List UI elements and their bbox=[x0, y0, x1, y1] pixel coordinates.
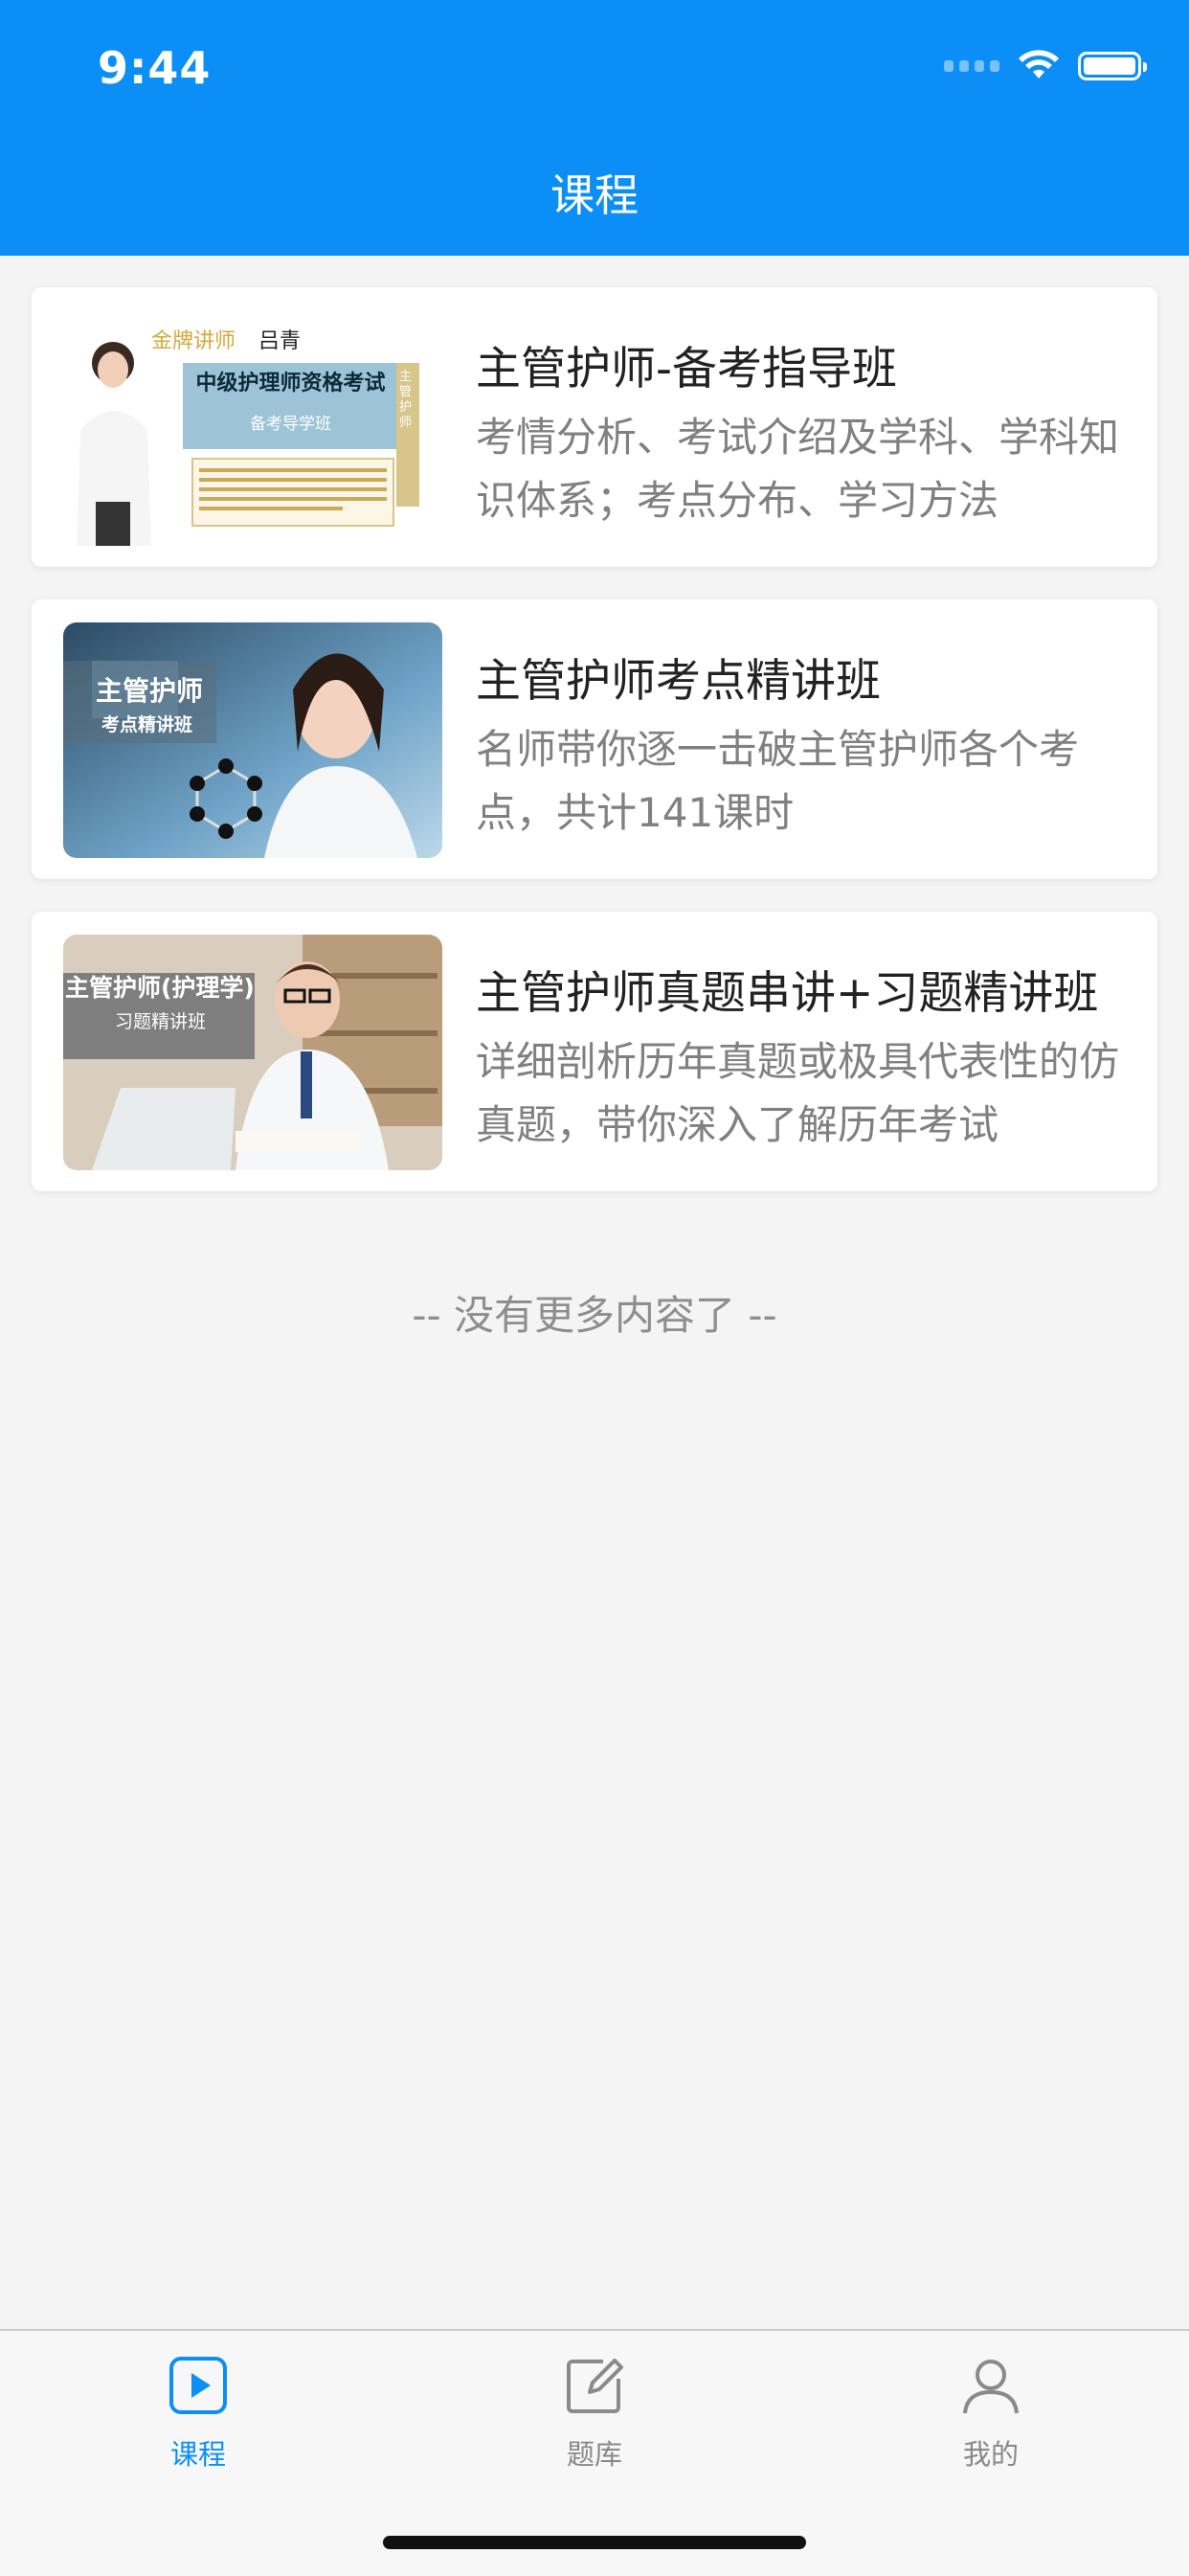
tab-label: 课程 bbox=[169, 2438, 226, 2471]
tab-me[interactable]: 我的 bbox=[895, 2356, 1087, 2473]
course-card[interactable]: 金牌讲师 吕青 中级护理师资格考试 备考导学班 主管护师 主管护师-备考指导班 … bbox=[32, 287, 1157, 567]
cellular-signal-icon bbox=[944, 60, 999, 72]
course-title: 主管护师考点精讲班 bbox=[476, 655, 881, 708]
tab-question-bank[interactable]: 题库 bbox=[499, 2356, 690, 2473]
course-thumbnail: 金牌讲师 吕青 中级护理师资格考试 备考导学班 主管护师 bbox=[63, 310, 442, 546]
course-thumbnail: 主管护师(护理学) 习题精讲班 bbox=[63, 935, 442, 1170]
course-description: 详细剖析历年真题或极具代表性的仿真题，带你深入了解历年考试 bbox=[476, 1038, 1120, 1148]
tab-label: 我的 bbox=[962, 2438, 1019, 2471]
play-square-icon bbox=[169, 2357, 227, 2414]
no-more-content-text: -- 没有更多内容了 -- bbox=[412, 1292, 777, 1339]
thumb-teacher-role: 金牌讲师 bbox=[151, 329, 236, 353]
thumb-sub: 备考导学班 bbox=[250, 415, 331, 434]
course-thumbnail: 主管护师 考点精讲班 bbox=[63, 622, 442, 858]
status-time: 9:44 bbox=[98, 42, 212, 94]
person-icon bbox=[963, 2360, 1019, 2414]
course-title: 主管护师真题串讲+习题精讲班 bbox=[476, 967, 1099, 1020]
battery-icon bbox=[1078, 52, 1147, 80]
course-title: 主管护师-备考指导班 bbox=[476, 343, 897, 395]
course-description: 考情分析、考试介绍及学科、学科知识体系；考点分布、学习方法 bbox=[476, 414, 1120, 524]
thumb-banner: 中级护理师资格考试 bbox=[195, 372, 386, 395]
thumb-line2: 考点精讲班 bbox=[101, 714, 193, 735]
tab-bar: 课程 题库 我的 bbox=[0, 2329, 1189, 2576]
course-description: 名师带你逐一击破主管护师各个考点，共计141课时 bbox=[476, 726, 1080, 836]
status-icons bbox=[944, 50, 1147, 82]
thumb-line1: 主管护师(护理学) bbox=[65, 974, 255, 1002]
course-list: 金牌讲师 吕青 中级护理师资格考试 备考导学班 主管护师 主管护师-备考指导班 … bbox=[32, 287, 1157, 1224]
tab-course[interactable]: 课程 bbox=[102, 2356, 294, 2473]
thumb-line1: 主管护师 bbox=[96, 675, 204, 707]
page-title: 课程 bbox=[550, 169, 639, 221]
tab-label: 题库 bbox=[566, 2438, 622, 2471]
thumb-line2: 习题精讲班 bbox=[115, 1011, 207, 1032]
thumb-teacher-name: 吕青 bbox=[258, 329, 302, 353]
top-bar: 9:44 课程 bbox=[0, 0, 1189, 256]
thumb-side-tag: 主管护师 bbox=[399, 370, 413, 430]
course-card[interactable]: 主管护师(护理学) 习题精讲班 主管护师真题串讲+习题精讲班 详细剖析历年真题或… bbox=[32, 912, 1157, 1191]
edit-square-icon bbox=[567, 2359, 623, 2413]
course-card[interactable]: 主管护师 考点精讲班 主管护师考点精讲班 名师带你逐一击破主管护师各个考点，共计… bbox=[32, 599, 1157, 879]
home-indicator bbox=[383, 2536, 806, 2549]
wifi-icon bbox=[1019, 50, 1059, 79]
